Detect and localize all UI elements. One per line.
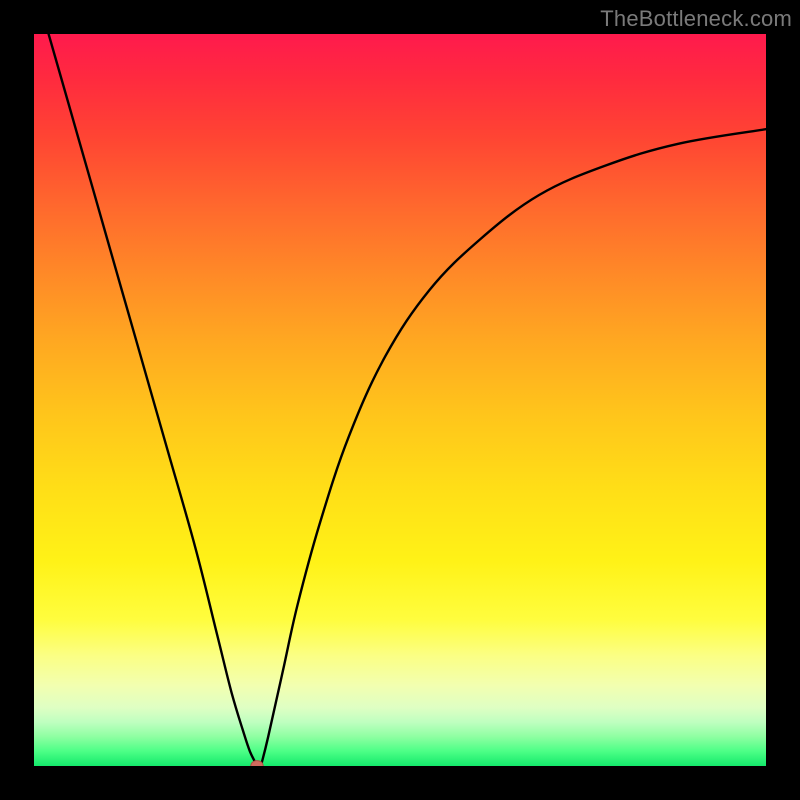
- bottleneck-curve: [34, 34, 766, 766]
- curve-path: [49, 34, 766, 766]
- watermark-text: TheBottleneck.com: [600, 6, 792, 32]
- chart-frame: TheBottleneck.com: [0, 0, 800, 800]
- plot-area: [34, 34, 766, 766]
- marker-dot: [251, 761, 263, 766]
- min-point-marker: [247, 756, 267, 766]
